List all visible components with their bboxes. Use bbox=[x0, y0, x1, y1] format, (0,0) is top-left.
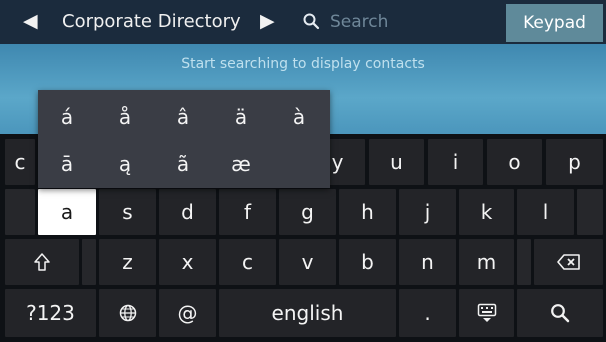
accent-key[interactable]: æ bbox=[212, 145, 270, 183]
key-o[interactable]: o bbox=[487, 139, 542, 185]
search-icon bbox=[551, 304, 570, 323]
shift-key[interactable] bbox=[5, 239, 79, 285]
key-spacer-right bbox=[577, 189, 603, 235]
key-x[interactable]: x bbox=[159, 239, 216, 285]
key-gap bbox=[517, 239, 531, 285]
keyboard-hide-icon bbox=[477, 303, 496, 322]
back-arrow-icon[interactable]: ◀ bbox=[23, 12, 38, 31]
key-b[interactable]: b bbox=[339, 239, 396, 285]
symbols-key[interactable]: ?123 bbox=[5, 289, 96, 337]
key-d[interactable]: d bbox=[159, 189, 216, 235]
accent-key[interactable]: ä bbox=[212, 98, 270, 136]
key-v[interactable]: v bbox=[279, 239, 336, 285]
key-n[interactable]: n bbox=[399, 239, 456, 285]
key-h[interactable]: h bbox=[339, 189, 396, 235]
accent-key[interactable]: ā bbox=[38, 145, 96, 183]
forward-arrow-icon[interactable]: ▶ bbox=[260, 12, 275, 31]
keypad-button[interactable]: Keypad bbox=[506, 4, 603, 42]
key-c-partial[interactable]: c bbox=[5, 139, 35, 185]
page-title: Corporate Directory bbox=[62, 11, 241, 32]
key-spacer-left bbox=[5, 189, 35, 235]
banner-message: Start searching to display contacts bbox=[181, 56, 425, 72]
accent-popup: á å â ä à ā ą ã æ bbox=[38, 90, 330, 188]
key-s[interactable]: s bbox=[99, 189, 156, 235]
backspace-key[interactable] bbox=[534, 239, 603, 285]
accent-key[interactable]: ã bbox=[154, 145, 212, 183]
accent-key[interactable]: á bbox=[38, 98, 96, 136]
search-key[interactable] bbox=[517, 289, 603, 337]
period-key[interactable]: . bbox=[399, 289, 456, 337]
language-key[interactable] bbox=[99, 289, 156, 337]
globe-icon bbox=[119, 304, 136, 322]
key-gap bbox=[82, 239, 96, 285]
key-i[interactable]: i bbox=[428, 139, 483, 185]
key-m[interactable]: m bbox=[459, 239, 514, 285]
key-z[interactable]: z bbox=[99, 239, 156, 285]
header-bar: ◀ Corporate Directory ▶ Keypad bbox=[0, 0, 606, 44]
key-c[interactable]: c bbox=[219, 239, 276, 285]
key-j[interactable]: j bbox=[399, 189, 456, 235]
shift-icon bbox=[34, 253, 50, 271]
backspace-icon bbox=[556, 254, 580, 270]
key-a[interactable]: a bbox=[38, 189, 96, 235]
accent-key[interactable]: å bbox=[96, 98, 154, 136]
key-f[interactable]: f bbox=[219, 189, 276, 235]
key-u[interactable]: u bbox=[369, 139, 424, 185]
at-key[interactable]: @ bbox=[159, 289, 216, 337]
accent-key[interactable]: à bbox=[270, 98, 328, 136]
space-key[interactable]: english bbox=[219, 289, 396, 337]
key-l[interactable]: l bbox=[517, 189, 574, 235]
key-g[interactable]: g bbox=[279, 189, 336, 235]
search-icon bbox=[303, 13, 320, 30]
accent-key[interactable]: ą bbox=[96, 145, 154, 183]
key-p[interactable]: p bbox=[546, 139, 603, 185]
search-input[interactable] bbox=[330, 10, 490, 34]
accent-key[interactable]: â bbox=[154, 98, 212, 136]
key-k[interactable]: k bbox=[459, 189, 514, 235]
hide-keyboard-key[interactable] bbox=[459, 289, 514, 337]
